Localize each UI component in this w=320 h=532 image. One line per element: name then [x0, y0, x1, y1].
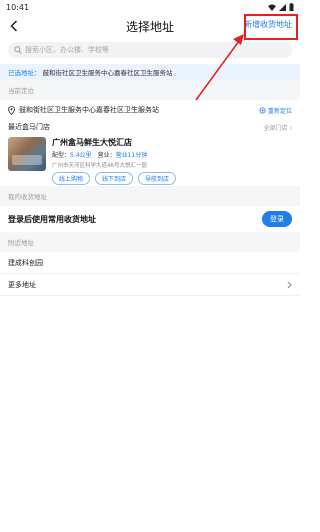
tag-navigate[interactable]: 导航到店 [138, 172, 177, 185]
store-image [8, 137, 46, 171]
all-stores-label: 全部门店 [263, 124, 288, 132]
section-nearby-addresses: 附近地址 [0, 232, 300, 252]
location-pin-icon [8, 105, 15, 115]
store-address: 广州市天河区科学大道46号大悦汇一层 [52, 163, 147, 169]
more-addresses-row[interactable]: 更多地址 [0, 274, 300, 296]
chevron-right-icon [287, 281, 292, 288]
nearby-address-label: 建成科创园 [8, 258, 43, 267]
page-title: 选择地址 [125, 19, 174, 34]
annotation-highlight-box [244, 14, 298, 40]
header: 选择地址 新增收货地址 [0, 14, 300, 40]
more-addresses-label: 更多地址 [8, 280, 36, 289]
back-button[interactable] [6, 16, 22, 36]
status-icons [268, 3, 294, 11]
relocate-button[interactable]: 重新定位 [259, 106, 292, 115]
target-icon [259, 107, 266, 113]
store-tags: 线上购物 线下到店 导航到店 [52, 172, 292, 185]
current-location-address: 鼓和街社区卫生服务中心嘉春社区卫生服务站 [19, 106, 159, 114]
login-row: 登录后使用常用收货地址 登录 [0, 206, 300, 232]
chevron-left-icon [10, 20, 18, 32]
nearby-stores-header: 最近盒马门店 全部门店 › [0, 120, 300, 134]
wifi-icon [268, 4, 276, 11]
store-meta-hours: 营业：营业11分钟 [97, 152, 148, 159]
login-prompt: 登录后使用常用收货地址 [8, 214, 96, 224]
status-bar: 10:41 [0, 0, 300, 14]
tag-online-shopping[interactable]: 线上购物 [52, 172, 91, 185]
all-stores-link[interactable]: 全部门店 › [264, 123, 292, 132]
tag-in-store[interactable]: 线下到店 [95, 172, 134, 185]
login-button[interactable]: 登录 [262, 211, 292, 227]
store-card[interactable]: 广州盒马鲜生大悦汇店 配型：5.4公里 营业：营业11分钟 广州市天河区科学大道… [0, 134, 300, 186]
status-time: 10:41 [6, 2, 30, 12]
notice-text: 鼓和街社区卫生服务中心嘉春社区卫生服务站 [42, 69, 173, 77]
section-current-location: 当前定位 [0, 80, 300, 100]
store-name: 广州盒马鲜生大悦汇店 [52, 138, 132, 147]
current-location-row[interactable]: 鼓和街社区卫生服务中心嘉春社区卫生服务站 重新定位 [0, 100, 300, 120]
nearby-stores-title: 最近盒马门店 [8, 123, 50, 131]
nearby-address-item[interactable]: 建成科创园 [0, 252, 300, 274]
selected-address-notice: 已选地址： 鼓和街社区卫生服务中心嘉春社区卫生服务站 [0, 64, 300, 80]
store-info: 广州盒马鲜生大悦汇店 配型：5.4公里 营业：营业11分钟 广州市天河区科学大道… [52, 136, 292, 186]
search-placeholder: 搜索小区、办公楼、学校等 [25, 46, 109, 54]
signal-icon [279, 3, 286, 11]
battery-icon [289, 3, 294, 11]
section-my-addresses: 我的收货地址 [0, 186, 300, 206]
relocate-label: 重新定位 [267, 107, 292, 115]
notice-prefix: 已选地址： [8, 69, 41, 77]
store-meta: 配型：5.4公里 营业：营业11分钟 [52, 150, 292, 159]
store-meta-distance: 配型：5.4公里 [52, 152, 92, 159]
search-input[interactable]: 搜索小区、办公楼、学校等 [8, 42, 292, 58]
search-icon [14, 46, 22, 54]
